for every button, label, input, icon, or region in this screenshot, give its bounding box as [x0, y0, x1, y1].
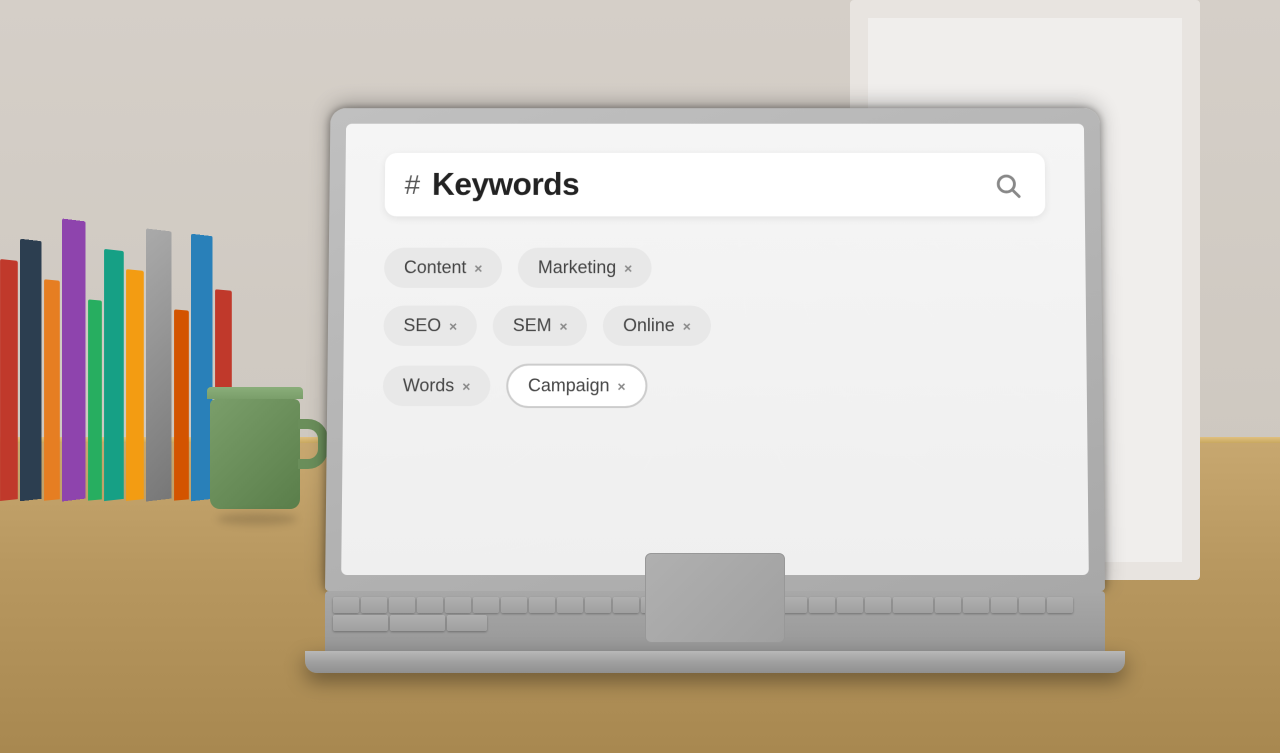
book [104, 249, 124, 501]
search-icon[interactable] [990, 167, 1026, 202]
search-input-text[interactable]: Keywords [432, 167, 978, 203]
tag-campaign[interactable]: Campaign × [506, 364, 648, 408]
book [174, 309, 189, 500]
tag-campaign-label: Campaign [528, 375, 610, 396]
key-spacebar [333, 615, 388, 631]
tag-sem-close[interactable]: × [559, 318, 567, 334]
tag-sem-label: SEM [513, 315, 552, 336]
tags-area: Content × Marketing × SEO [383, 238, 1048, 418]
key [991, 597, 1017, 613]
tag-online-close[interactable]: × [683, 318, 691, 334]
laptop-lid: # Keywords [325, 108, 1105, 591]
key [557, 597, 583, 613]
key [585, 597, 611, 613]
key-spacebar2 [390, 615, 445, 631]
key [613, 597, 639, 613]
book [88, 299, 102, 500]
key [865, 597, 891, 613]
key [935, 597, 961, 613]
key [473, 597, 499, 613]
scene-background: # Keywords [0, 0, 1280, 753]
tag-words[interactable]: Words × [383, 366, 491, 406]
laptop-screen: # Keywords [341, 124, 1089, 575]
key [445, 597, 471, 613]
tag-seo-close[interactable]: × [449, 318, 457, 334]
laptop-base [305, 651, 1125, 673]
key [361, 597, 387, 613]
tag-marketing[interactable]: Marketing × [518, 248, 652, 288]
book [0, 259, 18, 501]
search-bar[interactable]: # Keywords [385, 153, 1046, 216]
tag-seo-label: SEO [403, 315, 441, 336]
book [146, 228, 172, 501]
laptop: # Keywords [280, 101, 1150, 673]
key [389, 597, 415, 613]
key-wide2 [447, 615, 487, 631]
tag-content-close[interactable]: × [474, 260, 482, 276]
book [20, 239, 42, 502]
tags-row-1: Content × Marketing × [384, 248, 1046, 288]
book [44, 279, 60, 501]
key-wide [893, 597, 933, 613]
laptop-touchpad[interactable] [645, 553, 785, 643]
tag-words-close[interactable]: × [462, 378, 470, 394]
hash-symbol: # [405, 171, 421, 198]
tag-content[interactable]: Content × [384, 248, 502, 288]
key [1019, 597, 1045, 613]
key [963, 597, 989, 613]
key [333, 597, 359, 613]
laptop-screen-wrapper: # Keywords [325, 108, 1105, 591]
tag-words-label: Words [403, 375, 455, 396]
key [529, 597, 555, 613]
tag-content-label: Content [404, 257, 467, 278]
key [837, 597, 863, 613]
tags-row-2: SEO × SEM × Online × [383, 306, 1046, 346]
tag-online[interactable]: Online × [603, 306, 710, 346]
tag-campaign-close[interactable]: × [617, 378, 625, 394]
tag-online-label: Online [623, 315, 675, 336]
book [62, 219, 86, 502]
tags-row-3: Words × Campaign × [383, 364, 1047, 408]
key [417, 597, 443, 613]
key [501, 597, 527, 613]
tag-marketing-label: Marketing [538, 257, 616, 278]
tag-marketing-close[interactable]: × [624, 260, 632, 276]
book [126, 269, 144, 501]
key [809, 597, 835, 613]
key [1047, 597, 1073, 613]
tag-sem[interactable]: SEM × [493, 306, 588, 346]
tag-seo[interactable]: SEO × [383, 306, 477, 346]
